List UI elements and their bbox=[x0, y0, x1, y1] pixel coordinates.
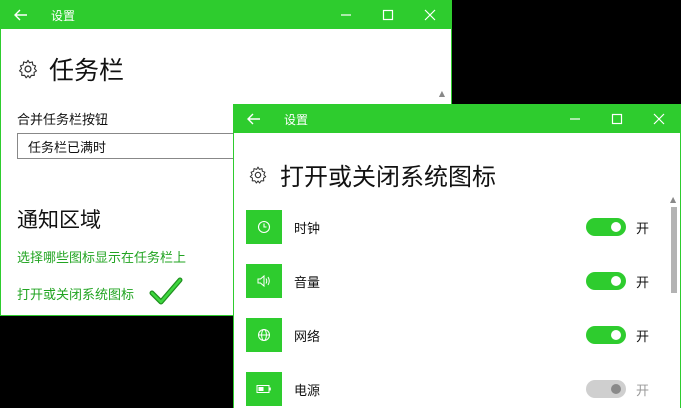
maximize-icon bbox=[611, 113, 623, 125]
title-bar: 设置 bbox=[234, 105, 680, 133]
close-icon bbox=[653, 113, 665, 125]
close-button[interactable] bbox=[638, 105, 680, 133]
battery-icon bbox=[246, 372, 282, 406]
page-heading: 任务栏 bbox=[17, 51, 124, 87]
clock-toggle[interactable] bbox=[586, 218, 626, 236]
volume-toggle[interactable] bbox=[586, 272, 626, 290]
combine-buttons-label: 合并任务栏按钮 bbox=[17, 113, 109, 128]
dropdown-value: 任务栏已满时 bbox=[28, 140, 107, 156]
system-icons-window: 设置 打开或关闭系统图标 时钟 开 音量 开 网络 开 电源 开 ▲ bbox=[233, 104, 681, 408]
system-icon-row-network: 网络 开 bbox=[246, 318, 650, 352]
system-icon-row-clock: 时钟 开 bbox=[246, 210, 650, 244]
minimize-button[interactable] bbox=[554, 105, 596, 133]
notification-area-title: 通知区域 bbox=[17, 208, 101, 232]
checkmark-icon bbox=[149, 277, 183, 305]
back-arrow-icon bbox=[247, 113, 260, 125]
minimize-button[interactable] bbox=[325, 1, 367, 29]
volume-icon bbox=[246, 264, 282, 298]
row-label: 网络 bbox=[294, 329, 321, 345]
combine-buttons-dropdown[interactable]: 任务栏已满时 bbox=[17, 133, 257, 159]
system-icon-row-volume: 音量 开 bbox=[246, 264, 650, 298]
window-title: 设置 bbox=[51, 8, 76, 23]
system-icons-link[interactable]: 打开或关闭系统图标 bbox=[17, 284, 134, 303]
minimize-icon bbox=[341, 14, 351, 16]
back-button[interactable] bbox=[1, 1, 41, 29]
network-icon bbox=[246, 318, 282, 352]
scrollbar-thumb[interactable] bbox=[671, 207, 677, 293]
scroll-up-arrow-icon[interactable]: ▲ bbox=[439, 89, 445, 98]
close-icon bbox=[424, 9, 436, 21]
toggle-state: 开 bbox=[636, 329, 650, 345]
back-button[interactable] bbox=[234, 105, 274, 133]
maximize-button[interactable] bbox=[367, 1, 409, 29]
maximize-icon bbox=[382, 9, 394, 21]
row-label: 时钟 bbox=[294, 221, 321, 237]
clock-icon bbox=[246, 210, 282, 244]
title-bar: 设置 bbox=[1, 1, 451, 29]
gear-icon bbox=[18, 59, 38, 79]
page-title: 任务栏 bbox=[49, 56, 125, 85]
page-title: 打开或关闭系统图标 bbox=[280, 163, 496, 191]
scroll-up-arrow-icon[interactable]: ▲ bbox=[670, 195, 676, 204]
system-icon-row-power: 电源 开 bbox=[246, 372, 650, 406]
select-taskbar-icons-link[interactable]: 选择哪些图标显示在任务栏上 bbox=[17, 247, 186, 266]
maximize-button[interactable] bbox=[596, 105, 638, 133]
close-button[interactable] bbox=[409, 1, 451, 29]
gear-icon bbox=[249, 166, 267, 183]
page-heading: 打开或关闭系统图标 bbox=[248, 157, 496, 192]
toggle-state: 开 bbox=[636, 221, 650, 237]
scrollbar[interactable]: ▲ bbox=[670, 195, 677, 395]
row-label: 电源 bbox=[294, 383, 321, 399]
minimize-icon bbox=[570, 118, 580, 120]
window-title: 设置 bbox=[284, 112, 309, 127]
toggle-state: 开 bbox=[636, 383, 650, 399]
back-arrow-icon bbox=[14, 9, 27, 21]
toggle-state: 开 bbox=[636, 275, 650, 291]
network-toggle[interactable] bbox=[586, 326, 626, 344]
power-toggle[interactable] bbox=[586, 380, 626, 398]
row-label: 音量 bbox=[294, 275, 321, 291]
